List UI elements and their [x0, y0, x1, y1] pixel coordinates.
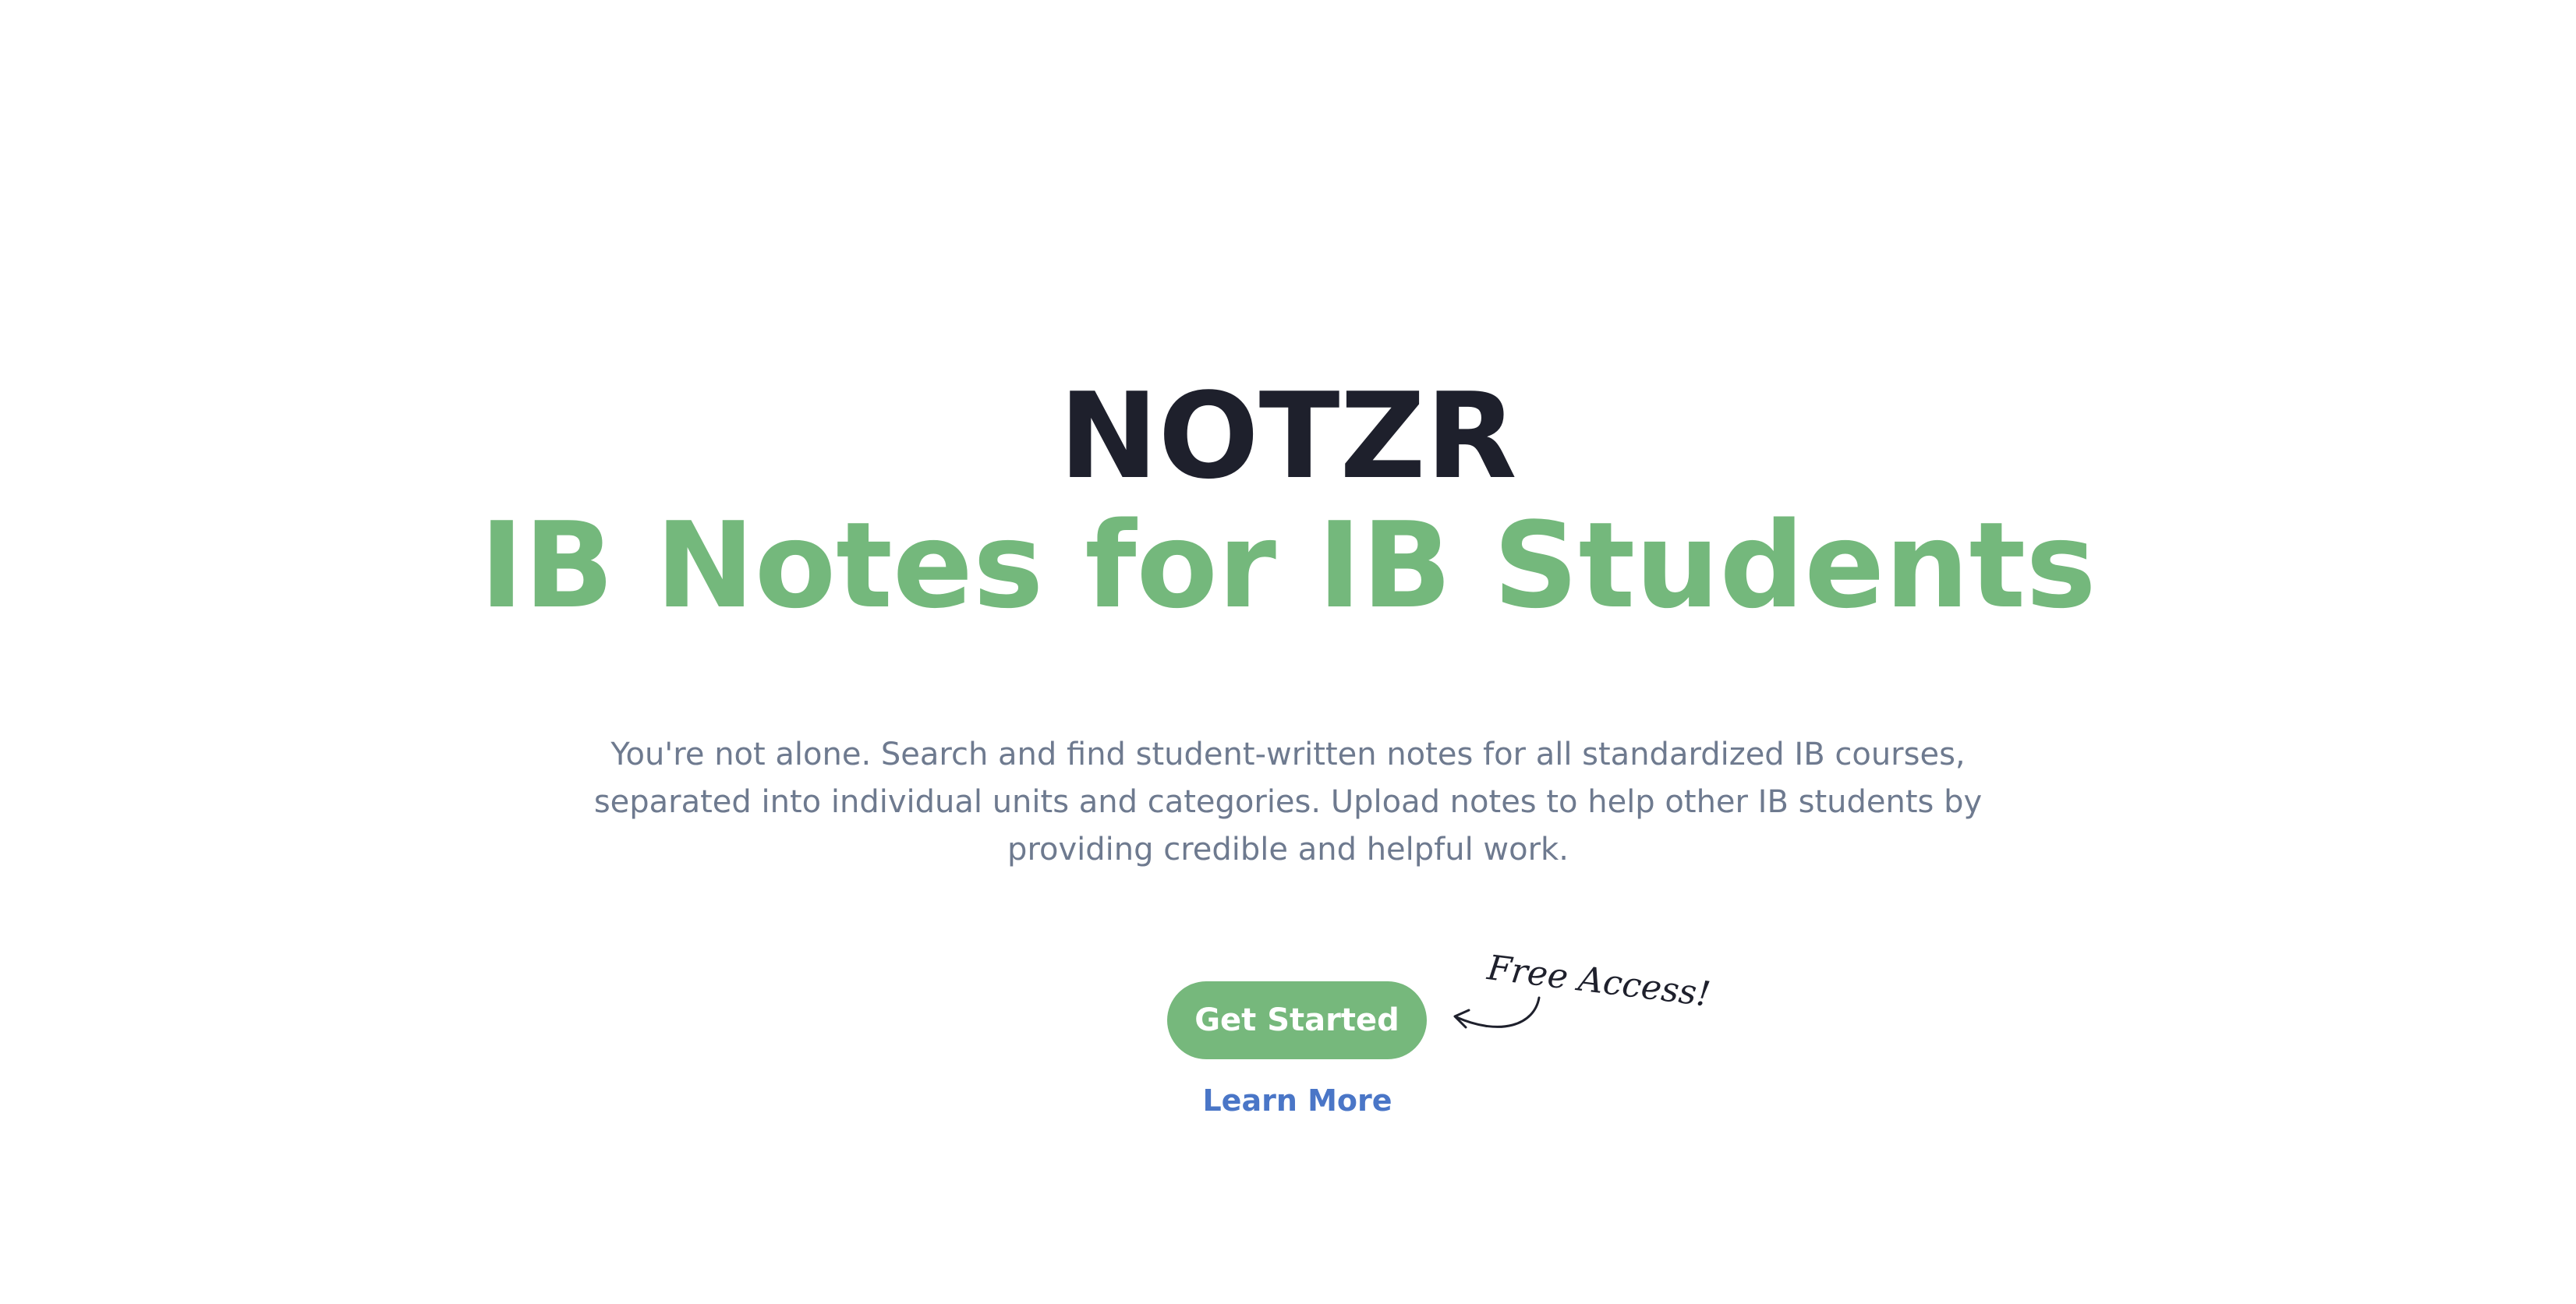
get-started-button[interactable]: Get Started	[1167, 981, 1427, 1059]
hero-description: You're not alone. Search and find studen…	[593, 737, 1983, 868]
hero-section: NOTZR IB Notes for IB Students You're no…	[0, 0, 2576, 1304]
learn-more-link[interactable]: Learn More	[1141, 1079, 1453, 1122]
brand-title: NOTZR	[1059, 367, 1517, 505]
tagline-heading: IB Notes for IB Students	[479, 497, 2097, 634]
curved-arrow-icon	[1453, 996, 1541, 1029]
